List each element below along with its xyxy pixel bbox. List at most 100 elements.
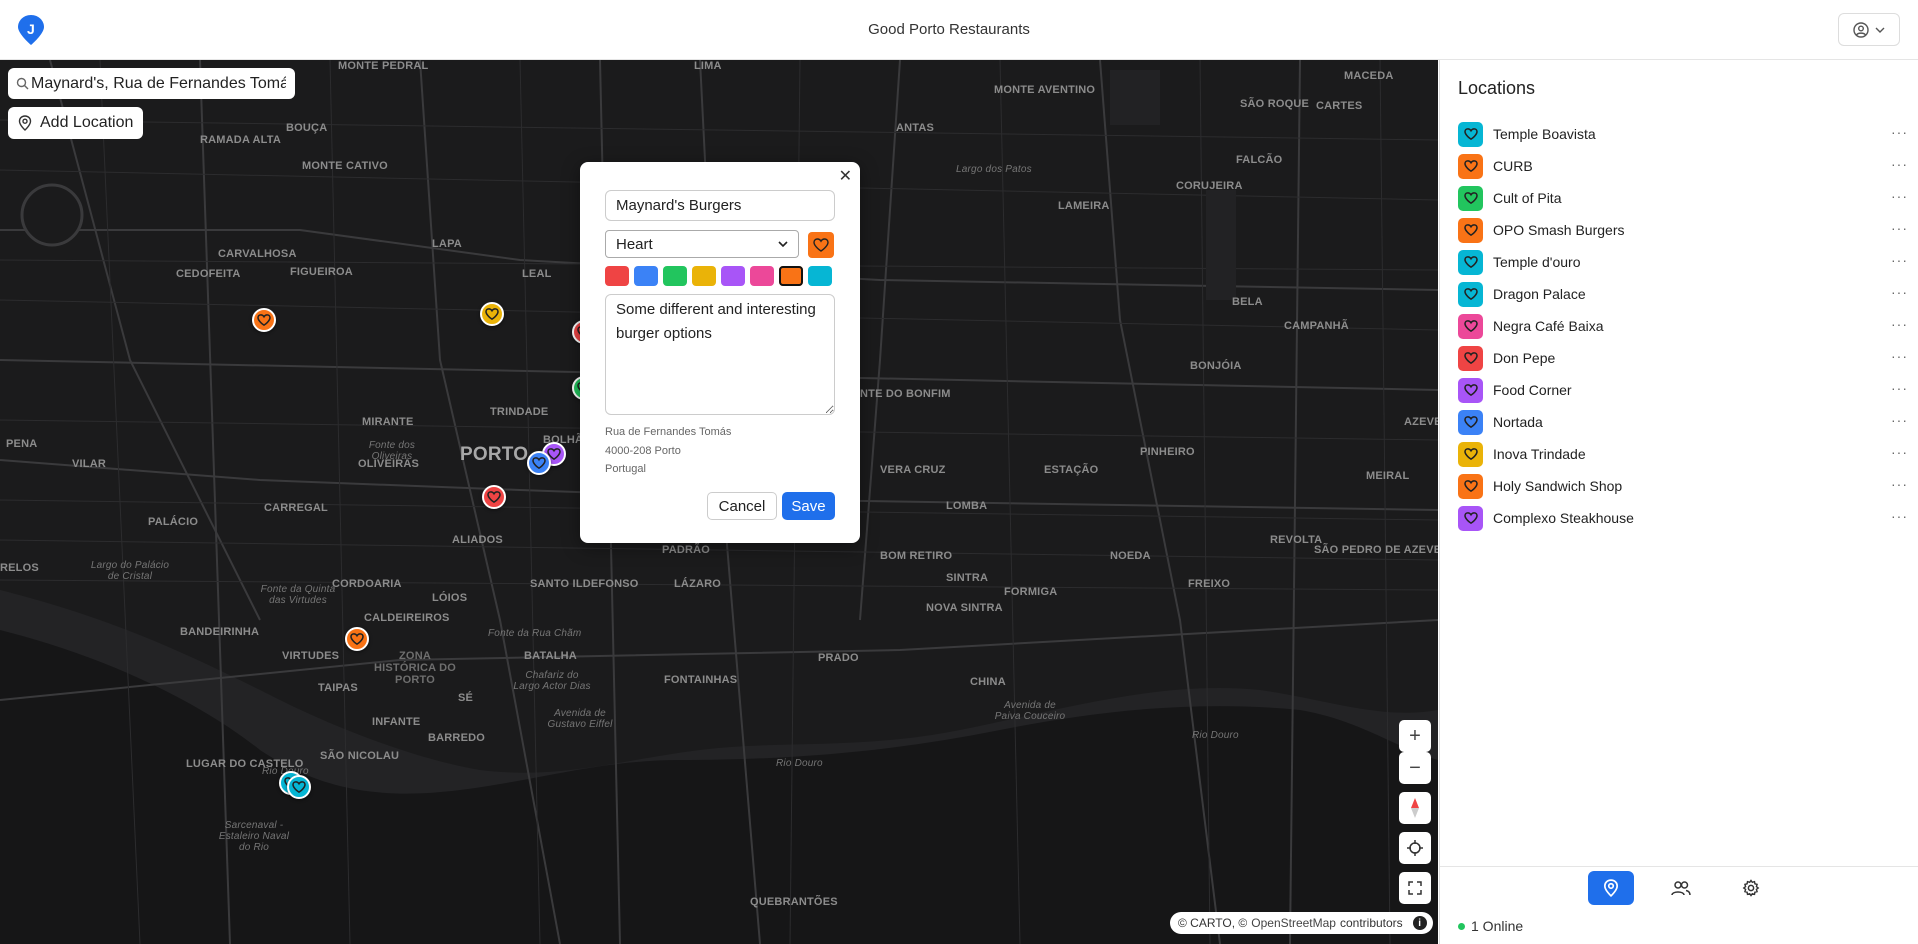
- location-list-item[interactable]: Cult of Pita ···: [1458, 182, 1908, 214]
- map-place-label: NTE DO BONFIM: [860, 388, 951, 400]
- location-list-item[interactable]: Temple Boavista ···: [1458, 118, 1908, 150]
- location-icon: [1458, 505, 1483, 531]
- location-marker[interactable]: [345, 627, 369, 651]
- location-list-item[interactable]: Complexo Steakhouse ···: [1458, 502, 1908, 534]
- zoom-out-button[interactable]: −: [1399, 752, 1431, 784]
- location-list-item[interactable]: Food Corner ···: [1458, 374, 1908, 406]
- map-place-label: Chafariz do Largo Actor Dias: [513, 670, 591, 692]
- tab-settings[interactable]: [1728, 871, 1774, 905]
- map-place-label: Sarcenaval - Estaleiro Naval do Rio: [218, 820, 290, 853]
- map-place-label: BOM RETIRO: [880, 550, 953, 562]
- user-menu-button[interactable]: [1838, 13, 1900, 46]
- more-options-icon[interactable]: ···: [1891, 316, 1908, 332]
- map-place-label: Fonte dos Oliveiras: [368, 440, 416, 462]
- location-list-item[interactable]: OPO Smash Burgers ···: [1458, 214, 1908, 246]
- location-name: Cult of Pita: [1493, 190, 1562, 206]
- location-list-item[interactable]: Temple d'ouro ···: [1458, 246, 1908, 278]
- color-swatch[interactable]: [634, 266, 658, 286]
- location-list-item[interactable]: Nortada ···: [1458, 406, 1908, 438]
- map-place-label: FIGUEIROA: [290, 266, 353, 278]
- map-place-label: CAMPANHÃ: [1284, 320, 1349, 332]
- zoom-in-button[interactable]: +: [1399, 720, 1431, 752]
- locations-panel: Locations Temple Boavista ··· CURB ··· C…: [1439, 60, 1918, 944]
- color-swatch[interactable]: [605, 266, 629, 286]
- close-icon[interactable]: ✕: [839, 166, 852, 186]
- location-marker[interactable]: [252, 308, 276, 332]
- map[interactable]: MONTE PEDRAL LIMA MONTE AVENTINO MACEDA SÃO …: [0, 60, 1438, 944]
- map-place-label: LIMA: [694, 60, 722, 72]
- search-box[interactable]: [8, 68, 295, 99]
- map-place-label: TRINDADE: [490, 406, 549, 418]
- map-place-label: CARVALHOSA: [218, 248, 297, 260]
- address-line: Portugal: [605, 463, 646, 475]
- map-place-label: Largo dos Patos: [956, 164, 1032, 175]
- info-icon[interactable]: i: [1412, 916, 1427, 930]
- osm-link[interactable]: OpenStreetMap: [1251, 916, 1336, 930]
- color-swatch[interactable]: [750, 266, 774, 286]
- heart-icon: [1463, 448, 1478, 460]
- search-input[interactable]: [31, 74, 286, 93]
- map-place-label: MIRANTE: [362, 416, 414, 428]
- map-place-label: VERA CRUZ: [880, 464, 946, 476]
- compass-button[interactable]: [1399, 792, 1431, 824]
- location-list-item[interactable]: Negra Café Baixa ···: [1458, 310, 1908, 342]
- address-line: 4000-208 Porto: [605, 444, 681, 457]
- tab-users[interactable]: [1658, 871, 1704, 905]
- more-options-icon[interactable]: ···: [1891, 124, 1908, 140]
- more-options-icon[interactable]: ···: [1891, 348, 1908, 364]
- more-options-icon[interactable]: ···: [1891, 380, 1908, 396]
- location-list-item[interactable]: Don Pepe ···: [1458, 342, 1908, 374]
- color-swatch[interactable]: [692, 266, 716, 286]
- map-attribution: © CARTO, © OpenStreetMap contributors i: [1170, 912, 1433, 934]
- more-options-icon[interactable]: ···: [1891, 220, 1908, 236]
- chevron-down-icon: [778, 241, 788, 248]
- location-list-item[interactable]: Holy Sandwich Shop ···: [1458, 470, 1908, 502]
- location-icon: [1458, 185, 1483, 211]
- compass-icon: [1411, 798, 1419, 818]
- more-options-icon[interactable]: ···: [1891, 476, 1908, 492]
- more-options-icon[interactable]: ···: [1891, 252, 1908, 268]
- map-place-label: SÃO PEDRO DE AZEVEDO: [1314, 544, 1438, 556]
- add-location-button[interactable]: Add Location: [8, 107, 144, 139]
- location-list-item[interactable]: Inova Trindade ···: [1458, 438, 1908, 470]
- location-icon: [1458, 249, 1483, 275]
- more-options-icon[interactable]: ···: [1891, 284, 1908, 300]
- more-options-icon[interactable]: ···: [1891, 444, 1908, 460]
- heart-icon: [1463, 352, 1478, 364]
- heart-icon: [292, 781, 306, 793]
- gear-icon: [1742, 879, 1760, 897]
- more-options-icon[interactable]: ···: [1891, 156, 1908, 172]
- location-marker[interactable]: [527, 451, 551, 475]
- location-marker[interactable]: [287, 775, 311, 799]
- fullscreen-icon: [1408, 881, 1422, 895]
- cancel-button[interactable]: Cancel: [707, 492, 777, 520]
- map-place-label: QUEBRANTÕES: [750, 896, 838, 908]
- more-options-icon[interactable]: ···: [1891, 188, 1908, 204]
- icon-select[interactable]: Heart: [605, 230, 799, 258]
- notes-textarea[interactable]: Some different and interesting burger op…: [605, 294, 835, 415]
- color-swatch[interactable]: [663, 266, 687, 286]
- color-swatch[interactable]: [779, 266, 803, 286]
- color-swatch[interactable]: [721, 266, 745, 286]
- location-list-item[interactable]: Dragon Palace ···: [1458, 278, 1908, 310]
- location-name: Temple d'ouro: [1493, 254, 1581, 270]
- geolocate-button[interactable]: [1399, 832, 1431, 864]
- map-place-label: ZONA HISTÓRICA DO PORTO: [373, 650, 457, 686]
- location-marker[interactable]: [480, 302, 504, 326]
- map-place-label: PALÁCIO: [148, 516, 199, 528]
- map-place-label: CEDOFEITA: [176, 268, 241, 280]
- heart-icon: [1463, 192, 1478, 204]
- location-name: Inova Trindade: [1493, 446, 1586, 462]
- more-options-icon[interactable]: ···: [1891, 508, 1908, 524]
- location-name-input[interactable]: [605, 190, 835, 221]
- location-list-item[interactable]: CURB ···: [1458, 150, 1908, 182]
- color-swatch[interactable]: [808, 266, 832, 286]
- tab-locations[interactable]: [1588, 871, 1634, 905]
- more-options-icon[interactable]: ···: [1891, 412, 1908, 428]
- app-title: Good Porto Restaurants: [868, 21, 1030, 38]
- location-marker[interactable]: [482, 485, 506, 509]
- map-place-label: FONTAINHAS: [664, 674, 738, 686]
- map-place-label: SÃO NICOLAU: [320, 750, 400, 762]
- fullscreen-button[interactable]: [1399, 872, 1431, 904]
- save-button[interactable]: Save: [782, 492, 835, 520]
